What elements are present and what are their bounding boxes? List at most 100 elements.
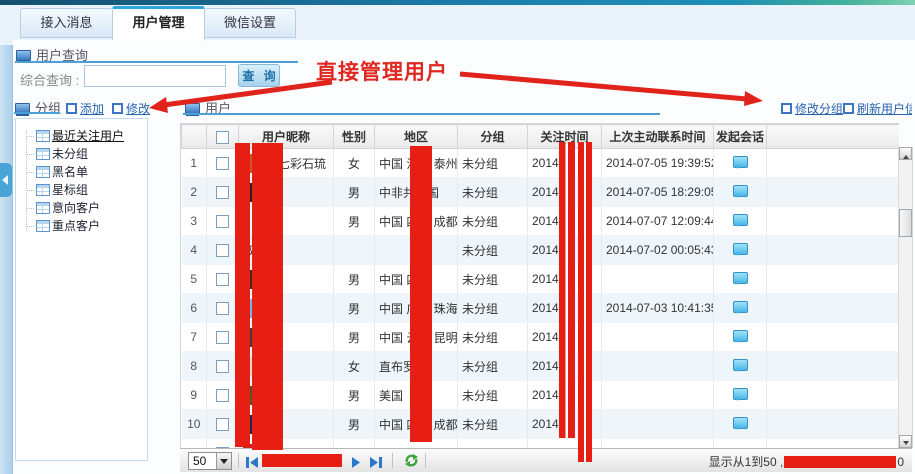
row-number: 7 [182, 323, 207, 352]
page-size-select[interactable]: 50 [188, 452, 232, 470]
table-row: 4叔未分组2014-2014-07-02 00:05:43 [182, 236, 900, 265]
chat-bubble-icon[interactable] [733, 417, 748, 429]
cell-checkbox [207, 178, 239, 207]
col-select-all [207, 125, 239, 149]
cell-checkbox [207, 410, 239, 439]
cell-filler [767, 265, 900, 294]
cell-gender: 女 [334, 149, 375, 178]
group-item[interactable]: 重点客户 [24, 217, 139, 235]
table-row: 3男中国 四川 成都未分组2014-2014-07-07 12:09:44 [182, 207, 900, 236]
modify-group-link[interactable]: 修改分组 [781, 100, 843, 117]
row-checkbox[interactable] [216, 389, 229, 402]
row-checkbox[interactable] [216, 215, 229, 228]
table-scrollbar[interactable] [898, 147, 913, 448]
redaction-bar [410, 146, 432, 442]
dropdown-arrow-icon[interactable] [216, 453, 231, 469]
annotation-text: 直接管理用户 [316, 56, 448, 86]
row-checkbox[interactable] [216, 273, 229, 286]
tab-access-messages[interactable]: 接入消息 [20, 8, 113, 38]
cell-gender: 男 [334, 381, 375, 410]
divider [425, 453, 426, 468]
redaction-bar [262, 454, 342, 467]
cell-group: 未分组 [458, 178, 528, 207]
group-item[interactable]: 星标组 [24, 181, 139, 199]
pagination-bar: 50 显示从1到50 ,0 [180, 448, 912, 472]
chat-bubble-icon[interactable] [733, 243, 748, 255]
groups-section-title: 分组 [15, 98, 61, 117]
group-item[interactable]: 意向客户 [24, 199, 139, 217]
select-all-checkbox[interactable] [216, 131, 229, 144]
cell-checkbox [207, 294, 239, 323]
groups-sidebar: 最近关注用户未分组黑名单星标组意向客户重点客户 [15, 118, 148, 461]
cell-gender: 男 [334, 323, 375, 352]
scroll-up-icon[interactable] [899, 147, 912, 160]
square-icon [112, 103, 123, 114]
group-item[interactable]: 未分组 [24, 145, 139, 163]
row-checkbox[interactable] [216, 186, 229, 199]
row-checkbox[interactable] [216, 157, 229, 170]
group-item[interactable]: 黑名单 [24, 163, 139, 181]
grid-table-icon [36, 202, 50, 214]
grid-table-icon [36, 166, 50, 178]
chat-bubble-icon[interactable] [733, 388, 748, 400]
last-page-icon[interactable] [370, 455, 383, 473]
redaction-bar [578, 142, 592, 462]
query-button[interactable]: 查 询 [238, 64, 280, 87]
cell-last-contact [602, 381, 714, 410]
chat-bubble-icon[interactable] [733, 214, 748, 226]
chat-bubble-icon[interactable] [733, 156, 748, 168]
first-page-icon[interactable] [246, 455, 259, 473]
chat-bubble-icon[interactable] [733, 359, 748, 371]
chat-bubble-icon[interactable] [733, 301, 748, 313]
table-header-row: 用户昵称 性别 地区 分组 关注时间 上次主动联系时间 发起会话 [182, 125, 900, 149]
cell-start-chat [714, 381, 767, 410]
col-start-chat: 发起会话 [714, 125, 767, 149]
chat-bubble-icon[interactable] [733, 185, 748, 197]
row-checkbox[interactable] [216, 360, 229, 373]
cell-group: 未分组 [458, 207, 528, 236]
cell-filler [767, 294, 900, 323]
cell-filler [767, 207, 900, 236]
refresh-icon[interactable] [404, 453, 419, 473]
add-group-link[interactable]: 添加 [66, 100, 104, 117]
scroll-down-icon[interactable] [899, 435, 912, 448]
query-input[interactable] [84, 65, 226, 87]
group-item[interactable]: 最近关注用户 [24, 127, 139, 145]
collapse-arrow-icon[interactable] [0, 163, 12, 197]
cell-last-contact [602, 323, 714, 352]
row-number: 9 [182, 381, 207, 410]
next-page-icon[interactable] [352, 455, 361, 473]
cell-start-chat [714, 294, 767, 323]
groups-underline [14, 112, 60, 114]
grid-table-icon [36, 220, 50, 232]
collapsed-panel-strip[interactable] [0, 45, 13, 474]
chat-bubble-icon[interactable] [733, 330, 748, 342]
square-icon [66, 103, 77, 114]
tab-wechat-settings[interactable]: 微信设置 [204, 8, 296, 38]
cell-start-chat [714, 410, 767, 439]
row-number: 3 [182, 207, 207, 236]
refresh-user-info-link[interactable]: 刷新用户信息 [843, 100, 912, 117]
monitor-icon [16, 50, 31, 61]
tab-user-management[interactable]: 用户管理 [112, 6, 205, 41]
table-row: 5长男中国 四川未分组2014- [182, 265, 900, 294]
cell-last-contact: 2014-07-05 18:29:05 [602, 178, 714, 207]
row-checkbox[interactable] [216, 418, 229, 431]
chat-bubble-icon[interactable] [733, 272, 748, 284]
row-checkbox[interactable] [216, 331, 229, 344]
divider [238, 453, 239, 468]
scrollbar-thumb[interactable] [899, 209, 912, 237]
row-checkbox[interactable] [216, 244, 229, 257]
edit-group-link[interactable]: 修改 [112, 100, 150, 117]
cell-checkbox [207, 207, 239, 236]
grid-table-icon [36, 130, 50, 142]
col-number [182, 125, 207, 149]
cell-group: 未分组 [458, 323, 528, 352]
row-number: 1 [182, 149, 207, 178]
grid-table-icon [36, 184, 50, 196]
cell-group: 未分组 [458, 236, 528, 265]
cell-start-chat [714, 352, 767, 381]
row-checkbox[interactable] [216, 302, 229, 315]
cell-group: 未分组 [458, 410, 528, 439]
col-group: 分组 [458, 125, 528, 149]
